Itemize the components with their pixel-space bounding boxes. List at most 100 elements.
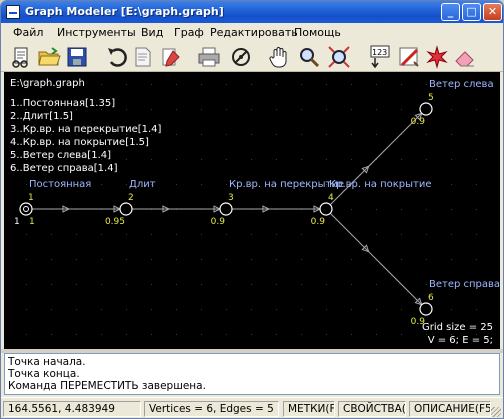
vertex-6[interactable]: Ветер справа60.9 xyxy=(411,279,500,327)
grid-dot xyxy=(251,259,252,260)
grid-dot xyxy=(26,259,27,260)
grid-dot xyxy=(201,334,202,335)
minimize-button[interactable]: _ xyxy=(441,3,460,21)
grid-dot xyxy=(101,84,102,85)
grid-dot xyxy=(201,84,202,85)
grid-dot xyxy=(201,309,202,310)
grid-dot xyxy=(101,109,102,110)
vertices: Постоянная11 1Длит20.95Кр.вр. на перекрыт… xyxy=(14,79,500,327)
grid-dot xyxy=(301,284,302,285)
close-button[interactable]: ✕ xyxy=(483,3,502,21)
grid-dot xyxy=(276,159,277,160)
menu-view[interactable]: Вид xyxy=(141,26,163,39)
grid-dot xyxy=(176,134,177,135)
graph-edit-icon[interactable] xyxy=(159,45,183,69)
graph-drawing[interactable]: Постоянная11 1Длит20.95Кр.вр. на перекрыт… xyxy=(4,72,500,349)
vertex-list-item-6: 6..Ветер справа[1.4] xyxy=(10,163,118,174)
edge-4[interactable] xyxy=(329,112,423,206)
zoom-icon[interactable] xyxy=(297,45,321,69)
grid-dot xyxy=(451,159,452,160)
zoom-fit-icon[interactable] xyxy=(327,45,351,69)
grid-dot xyxy=(351,334,352,335)
properties-icon[interactable] xyxy=(397,45,421,69)
grid-dot xyxy=(126,184,127,185)
log-line-2: Точка конца. xyxy=(8,368,80,380)
grid-dot xyxy=(151,334,152,335)
graph-counts-label: V = 6; E = 5; xyxy=(428,335,493,346)
grid-dot xyxy=(476,234,477,235)
grid-dot xyxy=(176,84,177,85)
grid-dot xyxy=(351,284,352,285)
menu-file[interactable]: Файл xyxy=(13,26,43,39)
grid-dot xyxy=(251,84,252,85)
grid-dot xyxy=(101,184,102,185)
grid-dot xyxy=(176,309,177,310)
vertex-name: Ветер справа xyxy=(429,279,500,290)
cut-icon[interactable] xyxy=(9,45,33,69)
grid-dot xyxy=(226,159,227,160)
grid-dot xyxy=(201,184,202,185)
printer-icon[interactable] xyxy=(197,45,221,69)
grid-dot xyxy=(401,234,402,235)
menu-tools[interactable]: Инструменты xyxy=(57,26,136,39)
grid-dot xyxy=(226,334,227,335)
grid-dot xyxy=(201,159,202,160)
grid-dot xyxy=(426,84,427,85)
vertex-2[interactable]: Длит 2 0.95 xyxy=(105,179,156,227)
grid-dot xyxy=(201,259,202,260)
vertex-value: 0.95 xyxy=(105,217,125,227)
undo-icon[interactable] xyxy=(105,45,129,69)
grid-dot xyxy=(126,284,127,285)
properties-button[interactable]: СВОЙСТВА(F4) xyxy=(338,401,406,417)
grid-dot xyxy=(51,309,52,310)
edge-5[interactable] xyxy=(329,212,423,306)
resize-grip[interactable] xyxy=(491,407,501,417)
hand-icon[interactable] xyxy=(267,45,291,69)
graph-layout-icon[interactable] xyxy=(229,45,253,69)
menu-help[interactable]: Помощь xyxy=(294,26,341,39)
vertex-circle[interactable] xyxy=(319,202,333,216)
description-button[interactable]: ОПИСАНИЕ(F5) xyxy=(409,401,491,417)
eraser-icon[interactable] xyxy=(453,45,477,69)
graph-canvas[interactable]: Постоянная 1 1 1 Длит 2 0.95 Кр.вр. на перекрыт… xyxy=(4,72,500,349)
labels-button[interactable]: МЕТКИ(F3) xyxy=(283,401,335,417)
vertex-5[interactable]: Ветер слева 5 0.9 xyxy=(411,79,494,127)
vertex-circle[interactable] xyxy=(19,202,33,216)
grid-dot xyxy=(376,234,377,235)
save-icon[interactable] xyxy=(65,45,89,69)
grid-dot xyxy=(201,134,202,135)
grid-dot xyxy=(251,334,252,335)
grid-dot xyxy=(151,259,152,260)
vertex-circle[interactable] xyxy=(419,302,433,316)
grid-dot xyxy=(226,309,227,310)
vertex-circle[interactable] xyxy=(119,202,133,216)
vertex-4[interactable]: Кр.вр. на покрытие 4 0.9 xyxy=(311,179,432,227)
vertex-circle[interactable] xyxy=(219,202,233,216)
grid-dot xyxy=(76,309,77,310)
grid-dot xyxy=(351,159,352,160)
toolbar: 123 xyxy=(1,42,503,72)
grid-dot xyxy=(176,334,177,335)
grid-dot xyxy=(326,109,327,110)
grid-dot xyxy=(426,259,427,260)
grid-dot xyxy=(426,159,427,160)
star-icon[interactable] xyxy=(425,45,449,69)
grid-dot xyxy=(351,134,352,135)
document-icon[interactable] xyxy=(131,45,155,69)
message-log: Точка начала. Точка конца. Команда ПЕРЕМ… xyxy=(4,353,500,395)
vertex-list-item-5: 5..Ветер слева[1.4] xyxy=(10,150,111,161)
grid-dot xyxy=(101,284,102,285)
grid-dot xyxy=(476,309,477,310)
menu-graph[interactable]: Граф xyxy=(174,26,204,39)
grid-dot xyxy=(351,209,352,210)
menu-edit[interactable]: Редактировать xyxy=(210,26,298,39)
grid-dot xyxy=(251,284,252,285)
grid-dot xyxy=(76,234,77,235)
vertex-circle[interactable] xyxy=(419,102,433,116)
open-folder-icon[interactable] xyxy=(37,45,61,69)
grid-dot xyxy=(326,284,327,285)
vertex-1[interactable]: Постоянная11 1 xyxy=(14,179,91,227)
numbering-icon[interactable]: 123 xyxy=(367,45,391,69)
grid-dot xyxy=(176,284,177,285)
maximize-button[interactable]: □ xyxy=(462,3,481,21)
